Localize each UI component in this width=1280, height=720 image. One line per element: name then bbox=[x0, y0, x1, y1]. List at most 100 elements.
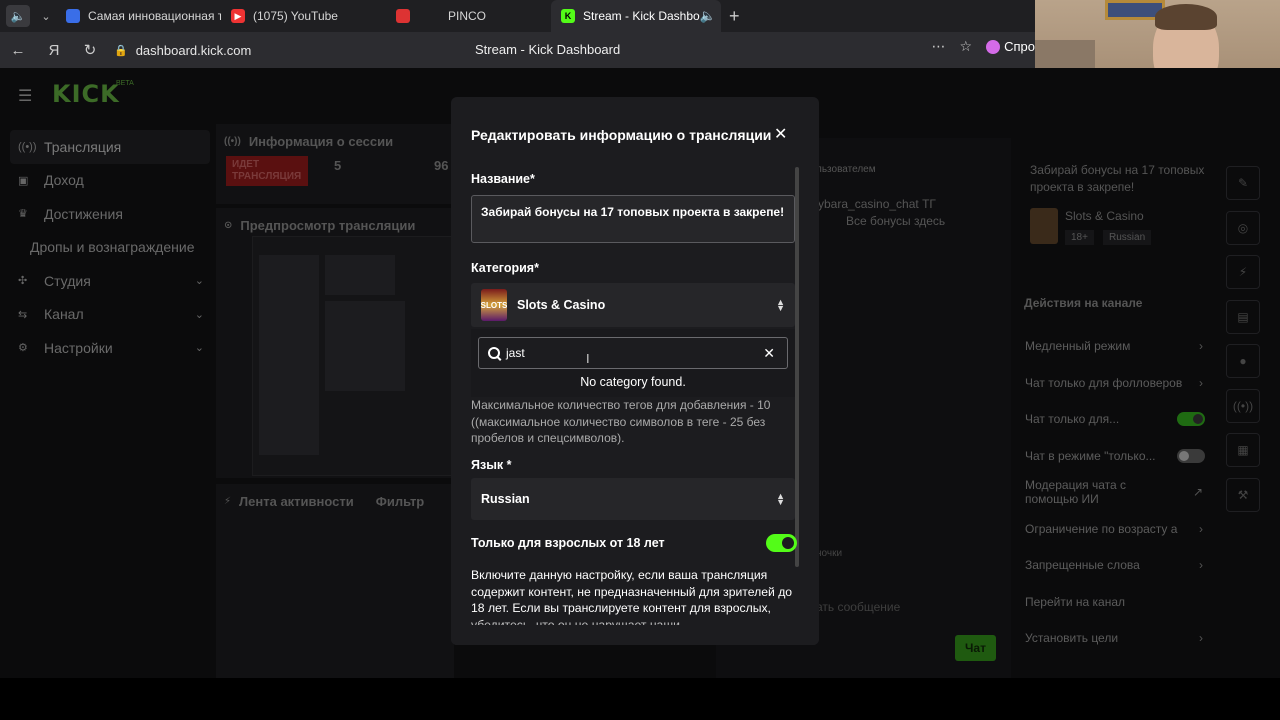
chat-bubble-icon[interactable]: ● bbox=[1226, 344, 1260, 378]
sidebar-item-label: Студия bbox=[44, 272, 91, 289]
broadcast-icon: ((•)) bbox=[18, 140, 37, 153]
toggle-switch[interactable] bbox=[1177, 448, 1205, 463]
sidebar-item-drops[interactable]: Дропы и вознаграждение bbox=[10, 231, 210, 265]
action-set-goals[interactable]: Установить цели › bbox=[1015, 620, 1215, 657]
sidebar-item-label: Достижения bbox=[44, 205, 123, 222]
action-subs-only[interactable]: Чат только для... bbox=[1015, 401, 1215, 438]
chat-send-button[interactable]: Чат bbox=[955, 635, 996, 661]
search-icon bbox=[488, 347, 500, 359]
clear-icon[interactable]: ✕ bbox=[763, 345, 775, 362]
chat-input[interactable]: ать сообщение bbox=[816, 600, 900, 614]
kick-logo: KICK bbox=[52, 80, 120, 108]
tab-label: PINCO bbox=[448, 9, 487, 23]
browser-tab-bar: 🔈 ⌄ Самая инновационная то ▶ (1075) YouT… bbox=[0, 0, 1035, 32]
action-label: Чат только для фолловеров bbox=[1025, 375, 1183, 390]
preview-title: Предпросмотр трансляции bbox=[240, 218, 416, 233]
close-icon[interactable]: ✕ bbox=[774, 124, 787, 144]
audio-icon[interactable]: 🔈 bbox=[6, 5, 30, 27]
category-label: Категория* bbox=[471, 261, 539, 275]
session-panel: ((•)) Информация о сессии ИДЕТ ТРАНСЛЯЦИЯ… bbox=[216, 124, 454, 204]
url-text: dashboard.kick.com bbox=[135, 42, 252, 58]
updown-icon: ▲ ▼ bbox=[776, 491, 785, 507]
session-stat-2: 96 bbox=[434, 158, 449, 173]
session-header: ((•)) Информация о сессии bbox=[216, 124, 454, 159]
yandex-icon[interactable]: Я bbox=[36, 42, 72, 59]
category-thumbnail bbox=[1030, 208, 1058, 244]
filter-button[interactable]: Фильтр bbox=[376, 494, 425, 509]
external-link-icon: ↗ bbox=[1192, 485, 1203, 500]
adult-only-toggle[interactable] bbox=[766, 534, 797, 552]
chevron-right-icon: › bbox=[1199, 339, 1203, 354]
language-value: Russian bbox=[481, 492, 530, 506]
preview-mini-sidebar bbox=[259, 255, 319, 455]
sidebar-item-label: Дропы и вознаграждение bbox=[30, 239, 195, 256]
stream-title-field[interactable]: Забирай бонусы на 17 топовых проекта в з… bbox=[471, 195, 795, 243]
action-banned-words[interactable]: Запрещенные слова › bbox=[1015, 547, 1215, 584]
broadcast-icon[interactable]: ((•)) bbox=[1226, 388, 1260, 423]
action-ai-moderation[interactable]: Модерация чата с помощью ИИ ↗ bbox=[1015, 474, 1215, 511]
activity-title: Лента активности bbox=[239, 494, 354, 509]
close-tab-icon[interactable]: 🔈 ✕ bbox=[700, 8, 721, 24]
browser-tab-3[interactable]: PINCO bbox=[386, 0, 551, 32]
action-label: Чат в режиме "только... bbox=[1025, 448, 1156, 463]
target-icon[interactable]: ◎ bbox=[1226, 210, 1260, 245]
chevron-down-icon: ⌄ bbox=[194, 308, 204, 321]
trophy-icon: ♛ bbox=[18, 208, 28, 221]
browser-tab-1[interactable]: Самая инновационная то bbox=[56, 0, 221, 32]
action-emote-only[interactable]: Чат в режиме "только... bbox=[1015, 438, 1215, 475]
sidebar-item-label: Доход bbox=[44, 172, 84, 189]
tab-label: (1075) YouTube bbox=[253, 9, 338, 23]
action-slow-mode[interactable]: Медленный режим › bbox=[1015, 328, 1215, 365]
category-search-dropdown: jast ✕ No category found. bbox=[471, 329, 795, 397]
action-label: Запрещенные слова bbox=[1025, 558, 1140, 573]
sidebar-item-label: Трансляция bbox=[44, 138, 122, 155]
category-select[interactable]: SLOTS Slots & Casino ▲ ▼ bbox=[471, 283, 795, 327]
sidebar-item-settings[interactable]: ⚙ Настройки ⌄ bbox=[10, 331, 210, 365]
wrench-icon[interactable]: ⚒ bbox=[1226, 477, 1260, 512]
action-label: Ограничение по возрасту а bbox=[1025, 521, 1178, 536]
sidebar-item-label: Канал bbox=[44, 306, 84, 323]
action-go-to-channel[interactable]: Перейти на канал bbox=[1015, 584, 1215, 621]
new-tab-icon[interactable]: + bbox=[729, 6, 740, 27]
browser-tab-active[interactable]: K Stream - Kick Dashbo 🔈 ✕ bbox=[551, 0, 721, 32]
search-value: jast bbox=[506, 346, 525, 360]
back-icon[interactable]: ← bbox=[0, 42, 36, 59]
ask-button[interactable]: Спро bbox=[986, 39, 1035, 54]
bottom-strip bbox=[0, 678, 1280, 720]
edit-stream-info-modal: Редактировать информацию о трансляции ✕ … bbox=[451, 97, 819, 645]
sidebar-item-channel[interactable]: ⇆ Канал ⌄ bbox=[10, 298, 210, 332]
language-select[interactable]: Russian ▲ ▼ bbox=[471, 478, 795, 520]
action-age-restriction[interactable]: Ограничение по возрасту а › bbox=[1015, 511, 1215, 548]
url-field[interactable]: 🔒 dashboard.kick.com bbox=[114, 43, 251, 58]
modal-scrollbar[interactable] bbox=[795, 167, 799, 567]
more-icon[interactable]: ⋯ bbox=[932, 38, 946, 55]
sidebar-item-studio[interactable]: ✣ Студия ⌄ bbox=[10, 264, 210, 298]
toggle-switch[interactable] bbox=[1177, 412, 1205, 427]
sidebar-item-income[interactable]: ▣ Доход bbox=[10, 164, 210, 198]
language-label: Язык * bbox=[471, 458, 512, 472]
bookmark-icon[interactable]: ☆ bbox=[960, 38, 973, 55]
text-cursor-icon: I bbox=[586, 351, 590, 366]
tags-hint: Максимальное количество тегов для добавл… bbox=[471, 398, 771, 445]
layers-icon[interactable]: ▦ bbox=[1226, 433, 1260, 467]
reload-icon[interactable]: ↻ bbox=[72, 41, 108, 59]
channel-actions-list: Медленный режим › Чат только для фолловер… bbox=[1015, 328, 1215, 657]
menu-icon[interactable]: ☰ bbox=[18, 86, 32, 106]
action-followers-only[interactable]: Чат только для фолловеров › bbox=[1015, 365, 1215, 402]
adult-only-label: Только для взрослых от 18 лет bbox=[471, 536, 665, 550]
tab-label: Самая инновационная то bbox=[88, 9, 221, 23]
tab-list-chevron-icon[interactable]: ⌄ bbox=[36, 10, 56, 23]
tag-chip: Russian bbox=[1103, 230, 1152, 245]
sidebar-item-stream[interactable]: ((•)) Трансляция bbox=[10, 130, 210, 164]
document-icon[interactable]: ▤ bbox=[1226, 299, 1260, 334]
sidebar-item-achievements[interactable]: ♛ Достижения bbox=[10, 197, 210, 231]
adult-only-row: Только для взрослых от 18 лет bbox=[471, 533, 797, 553]
edit-icon[interactable]: ✎ bbox=[1226, 166, 1260, 200]
category-search-input[interactable]: jast ✕ bbox=[478, 337, 788, 369]
sidebar-item-label: Настройки bbox=[44, 339, 113, 356]
lightning-icon[interactable]: ⚡ bbox=[1226, 255, 1260, 289]
activity-header: ⚡ Лента активности Фильтр bbox=[216, 484, 454, 519]
browser-tab-2[interactable]: ▶ (1075) YouTube bbox=[221, 0, 386, 32]
right-icon-strip: ✎ ◎ ⚡ ▤ ● ((•)) ▦ ⚒ bbox=[1226, 166, 1260, 522]
activity-icon: ⚡ bbox=[224, 496, 232, 507]
